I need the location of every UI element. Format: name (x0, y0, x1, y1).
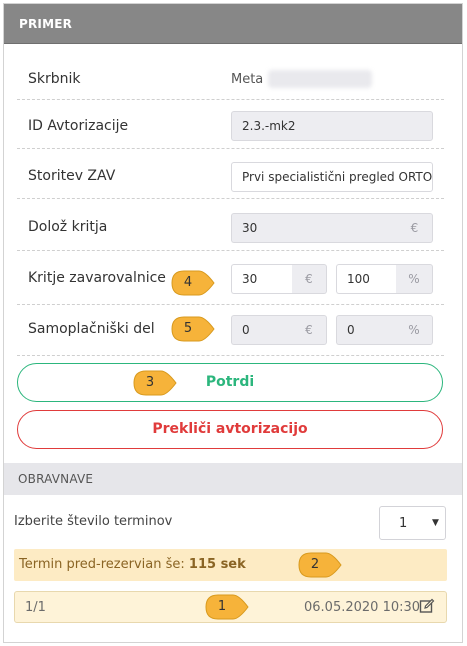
primer-title: PRIMER (19, 17, 73, 31)
callout-marker-5: 5 (171, 316, 215, 342)
kritje-label: Kritje zavarovalnice (28, 270, 166, 286)
row-divider (17, 198, 444, 199)
row-divider (17, 99, 444, 100)
obravnave-title: OBRAVNAVE (18, 472, 94, 486)
percent-addon: % (396, 315, 433, 345)
obravnave-header: OBRAVNAVE (4, 463, 462, 495)
callout-marker-4: 4 (171, 270, 215, 296)
term-index: 1/1 (25, 600, 46, 615)
euro-addon: € (397, 213, 433, 243)
row-divider (17, 355, 444, 356)
callout-marker-2: 2 (298, 552, 342, 578)
callout-marker-3: 3 (133, 370, 177, 396)
chevron-down-icon: ▼ (432, 518, 439, 528)
primer-header: PRIMER (4, 4, 462, 44)
row-divider (17, 148, 444, 149)
edit-icon[interactable] (419, 598, 435, 614)
cancel-authorization-button[interactable]: Prekliči avtorizacijo (17, 410, 443, 449)
euro-addon: € (292, 264, 327, 294)
term-count-label: Izberite število terminov (14, 514, 173, 529)
row-divider (17, 250, 444, 251)
doloz-kritja-label: Dolož kritja (28, 219, 108, 235)
term-count-select[interactable]: 1 ▼ (379, 506, 446, 540)
id-avtorizacije-field: 2.3.-mk2 (231, 111, 433, 141)
kritje-amount-input[interactable]: 30 (231, 264, 292, 294)
term-count-value: 1 (399, 516, 408, 531)
skrbnik-value: Meta (231, 72, 264, 87)
term-datetime: 06.05.2020 10:30 (304, 600, 421, 615)
callout-marker-1: 1 (205, 594, 249, 620)
doloz-kritja-field: 30 (231, 213, 397, 243)
skrbnik-redacted (268, 70, 372, 88)
storitev-field[interactable]: Prvi specialistični pregled ORTOPED (231, 162, 433, 192)
notice-countdown: 115 sek (188, 557, 246, 572)
confirm-button[interactable]: Potrdi (17, 363, 443, 402)
reservation-notice-text: Termin pred-rezervian še: 115 sek (19, 557, 246, 572)
id-avtorizacije-label: ID Avtorizacije (28, 118, 129, 134)
samoplacniski-percent-field: 0 (336, 315, 396, 345)
percent-addon: % (396, 264, 433, 294)
euro-addon: € (292, 315, 327, 345)
row-divider (17, 304, 444, 305)
samoplacniski-label: Samoplačniški del (28, 321, 155, 337)
skrbnik-label: Skrbnik (28, 71, 81, 87)
reservation-notice: Termin pred-rezervian še: 115 sek (14, 549, 447, 581)
samoplacniski-amount-field: 0 (231, 315, 292, 345)
kritje-percent-input[interactable]: 100 (336, 264, 396, 294)
notice-prefix: Termin pred-rezervian še: (19, 557, 185, 572)
storitev-label: Storitev ZAV (28, 168, 116, 184)
